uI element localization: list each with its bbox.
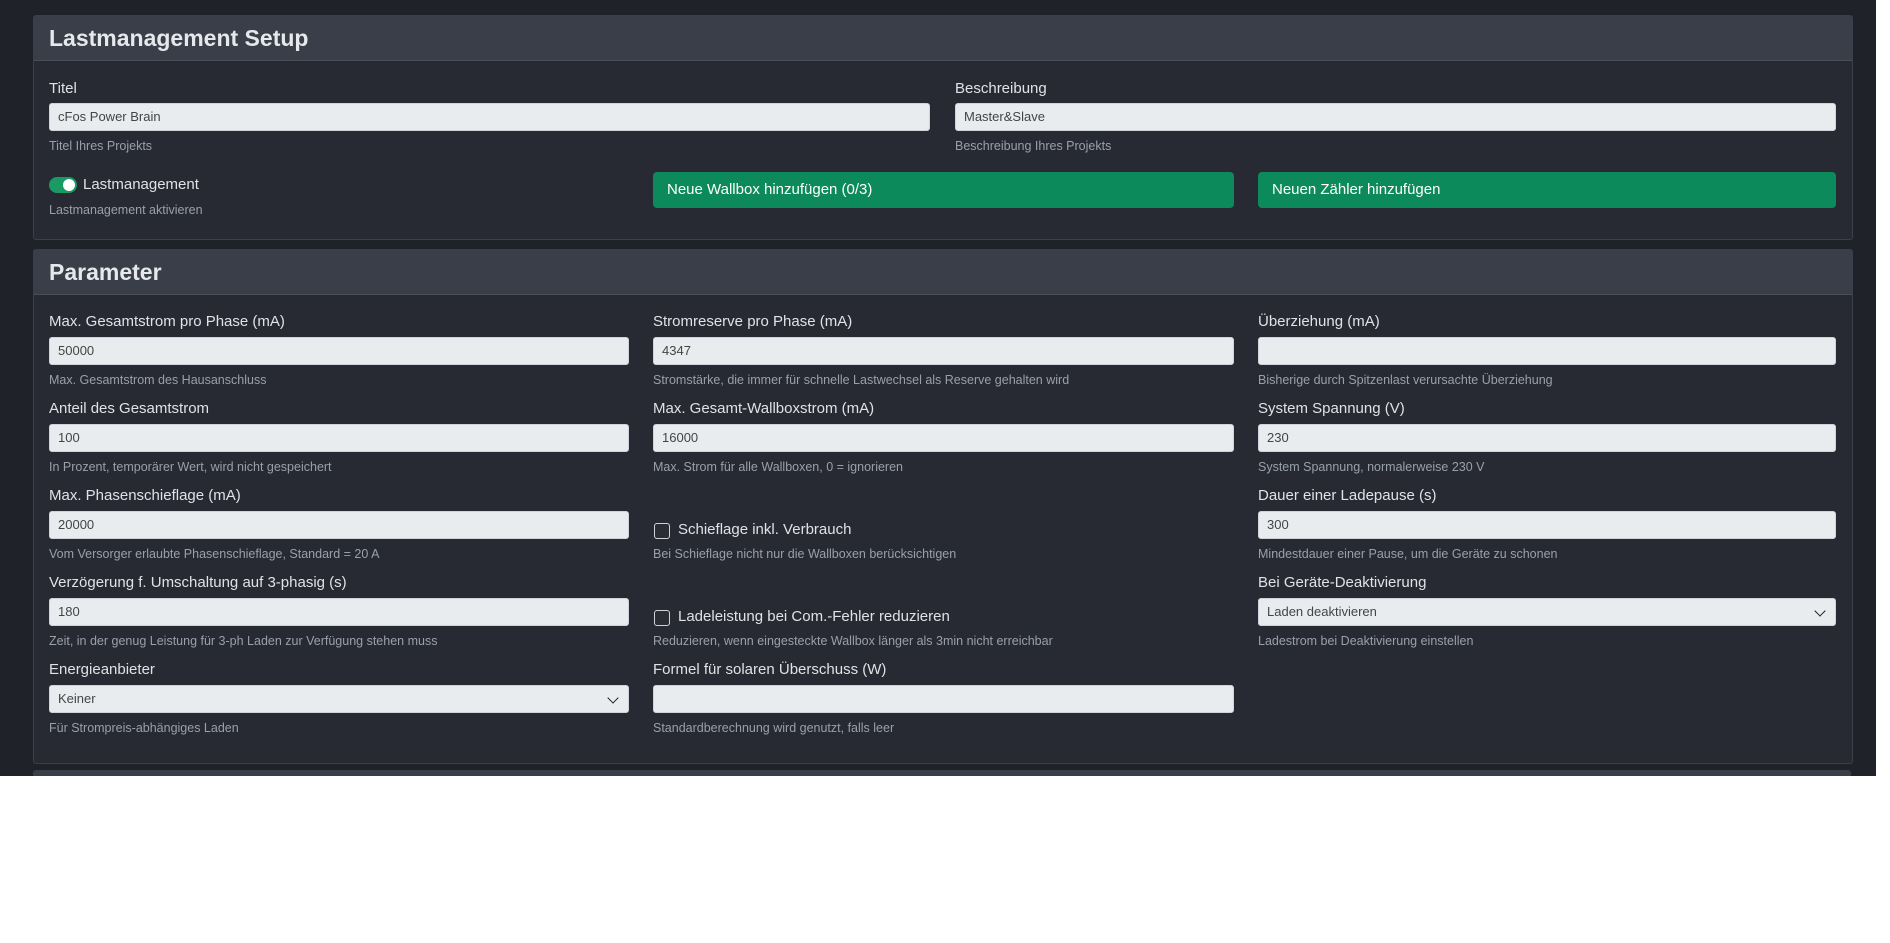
system-spannung-input[interactable]: 230 xyxy=(1258,424,1836,452)
lastmanagement-help: Lastmanagement aktivieren xyxy=(49,203,203,217)
add-wallbox-button[interactable]: Neue Wallbox hinzufügen (0/3) xyxy=(653,172,1234,208)
system-spannung-help: System Spannung, normalerweise 230 V xyxy=(1258,460,1485,474)
phasenschieflage-help: Vom Versorger erlaubte Phasenschieflage,… xyxy=(49,547,380,561)
ladeleistung-reduzieren-checkbox[interactable] xyxy=(654,610,670,626)
ladepause-help: Mindestdauer einer Pause, um die Geräte … xyxy=(1258,547,1558,561)
energieanbieter-select[interactable]: Keiner xyxy=(49,685,629,713)
max-gesamtstrom-label: Max. Gesamtstrom pro Phase (mA) xyxy=(49,313,285,330)
parameter-card-title: Parameter xyxy=(34,250,1852,295)
titel-label: Titel xyxy=(49,80,77,97)
stromreserve-label: Stromreserve pro Phase (mA) xyxy=(653,313,853,330)
schieflage-verbrauch-help: Bei Schieflage nicht nur die Wallboxen b… xyxy=(653,547,957,561)
ladepause-input[interactable]: 300 xyxy=(1258,511,1836,539)
toggle-knob xyxy=(63,179,75,191)
ueberziehung-input[interactable] xyxy=(1258,337,1836,365)
geraete-deaktivierung-value: Laden deaktivieren xyxy=(1267,604,1377,619)
anteil-help: In Prozent, temporärer Wert, wird nicht … xyxy=(49,460,332,474)
lastmanagement-label: Lastmanagement xyxy=(83,176,199,193)
max-gesamtstrom-help: Max. Gesamtstrom des Hausanschluss xyxy=(49,373,267,387)
schieflage-verbrauch-checkbox[interactable] xyxy=(654,523,670,539)
anteil-label: Anteil des Gesamtstrom xyxy=(49,400,210,417)
geraete-deaktivierung-select[interactable]: Laden deaktivieren xyxy=(1258,598,1836,626)
phasenschieflage-input[interactable]: 20000 xyxy=(49,511,629,539)
anteil-input[interactable]: 100 xyxy=(49,424,629,452)
formel-help: Standardberechnung wird genutzt, falls l… xyxy=(653,721,895,735)
ladepause-label: Dauer einer Ladepause (s) xyxy=(1258,487,1437,504)
formel-input[interactable] xyxy=(653,685,1234,713)
geraete-deaktivierung-label: Bei Geräte-Deaktivierung xyxy=(1258,574,1427,591)
geraete-deaktivierung-help: Ladestrom bei Deaktivierung einstellen xyxy=(1258,634,1474,648)
stromreserve-input[interactable]: 4347 xyxy=(653,337,1234,365)
ueberziehung-label: Überziehung (mA) xyxy=(1258,313,1380,330)
system-spannung-label: System Spannung (V) xyxy=(1258,400,1405,417)
lastmanagement-toggle[interactable] xyxy=(49,177,77,193)
max-wallboxstrom-help: Max. Strom für alle Wallboxen, 0 = ignor… xyxy=(653,460,903,474)
energieanbieter-help: Für Strompreis-abhängiges Laden xyxy=(49,721,239,735)
energieanbieter-value: Keiner xyxy=(58,691,96,706)
energieanbieter-label: Energieanbieter xyxy=(49,661,155,678)
beschreibung-label: Beschreibung xyxy=(955,80,1047,97)
ladeleistung-reduzieren-help: Reduzieren, wenn eingesteckte Wallbox lä… xyxy=(653,634,1053,648)
beschreibung-help: Beschreibung Ihres Projekts xyxy=(955,139,1112,153)
next-card-edge xyxy=(33,770,1851,776)
ueberziehung-help: Bisherige durch Spitzenlast verursachte … xyxy=(1258,373,1553,387)
max-wallboxstrom-label: Max. Gesamt-Wallboxstrom (mA) xyxy=(653,400,875,417)
max-gesamtstrom-input[interactable]: 50000 xyxy=(49,337,629,365)
max-wallboxstrom-input[interactable]: 16000 xyxy=(653,424,1234,452)
setup-card-title: Lastmanagement Setup xyxy=(34,16,1852,61)
add-meter-button[interactable]: Neuen Zähler hinzufügen xyxy=(1258,172,1836,208)
schieflage-verbrauch-label: Schieflage inkl. Verbrauch xyxy=(678,521,852,538)
titel-input[interactable]: cFos Power Brain xyxy=(49,103,930,131)
stromreserve-help: Stromstärke, die immer für schnelle Last… xyxy=(653,373,1070,387)
verzoegerung-label: Verzögerung f. Umschaltung auf 3-phasig … xyxy=(49,574,347,591)
verzoegerung-help: Zeit, in der genug Leistung für 3-ph Lad… xyxy=(49,634,438,648)
beschreibung-input[interactable]: Master&Slave xyxy=(955,103,1836,131)
ladeleistung-reduzieren-label: Ladeleistung bei Com.-Fehler reduzieren xyxy=(678,608,950,625)
verzoegerung-input[interactable]: 180 xyxy=(49,598,629,626)
phasenschieflage-label: Max. Phasenschieflage (mA) xyxy=(49,487,241,504)
titel-help: Titel Ihres Projekts xyxy=(49,139,153,153)
formel-label: Formel für solaren Überschuss (W) xyxy=(653,661,887,678)
